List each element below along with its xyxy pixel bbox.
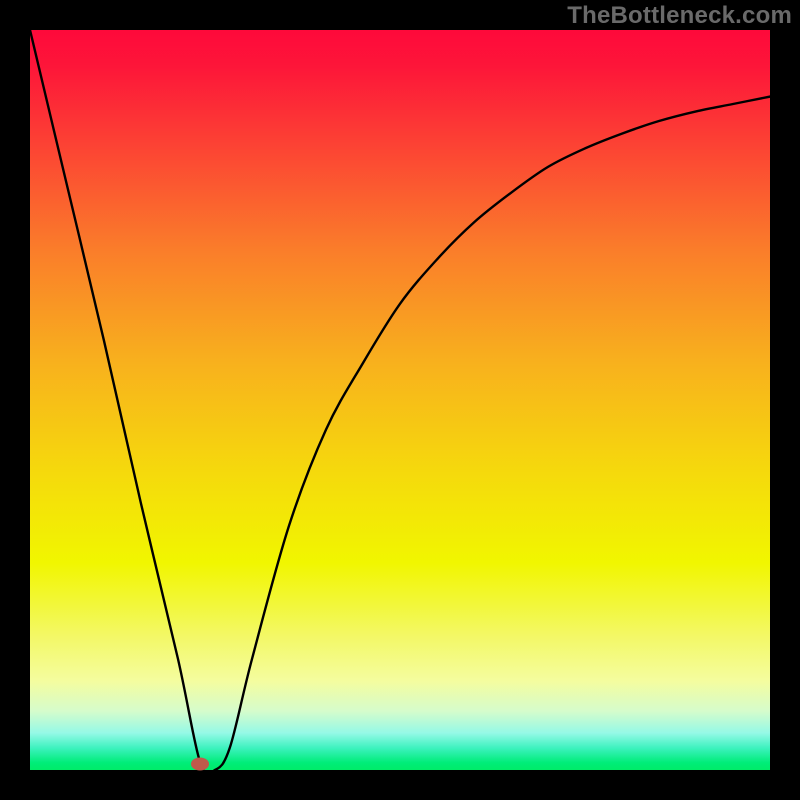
plot-area	[30, 30, 770, 770]
watermark-text: TheBottleneck.com	[567, 2, 792, 30]
bottleneck-curve	[30, 30, 770, 770]
optimal-point-marker	[191, 758, 209, 771]
page-root: TheBottleneck.com	[0, 0, 800, 800]
